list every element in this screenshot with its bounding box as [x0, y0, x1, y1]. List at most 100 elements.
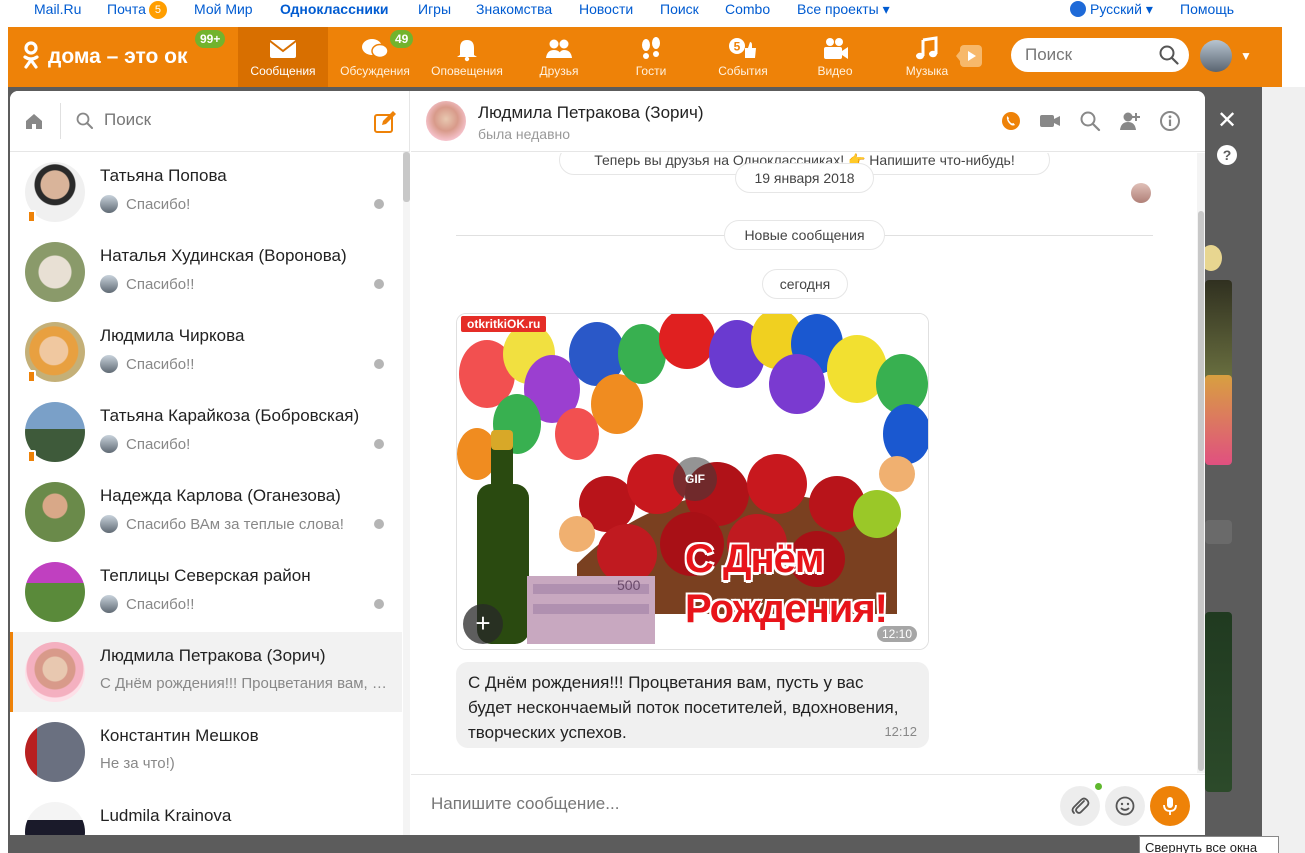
- mail-link[interactable]: Почта 5: [107, 1, 167, 19]
- add-user-icon[interactable]: [1119, 110, 1141, 132]
- mailru-topbar: Mail.Ru Почта 5 Мой Мир Одноклассники Игр…: [0, 0, 1305, 19]
- chat-bubbles-icon: [362, 39, 389, 59]
- status-dot: [1095, 783, 1102, 790]
- attach-button[interactable]: [1060, 786, 1100, 826]
- avatar: [100, 595, 118, 613]
- conversation-header: Людмила Петракова (Зорич) была недавно: [411, 91, 1205, 152]
- info-icon[interactable]: [1159, 110, 1181, 132]
- svg-text:500: 500: [617, 577, 641, 593]
- gif-message[interactable]: 500 otkritkiOK.ru С Днём Рождения! GIF + …: [456, 313, 929, 650]
- avatar: [25, 802, 85, 835]
- message-scrollbar[interactable]: [1197, 153, 1205, 773]
- unread-dot: [374, 359, 384, 369]
- chat-preview: Спасибо!!: [100, 355, 390, 373]
- help-icon[interactable]: ?: [1217, 145, 1237, 165]
- nav-events[interactable]: 5 События: [698, 27, 788, 87]
- header-search[interactable]: [1011, 38, 1189, 72]
- ok-header: дома – это ок 99+ Сообщения Обсуждения 4…: [8, 27, 1282, 87]
- language-select[interactable]: Русский ▾: [1070, 1, 1153, 18]
- ok-logo-icon: [23, 41, 39, 69]
- ok-logo[interactable]: дома – это ок: [22, 41, 188, 69]
- user-avatar[interactable]: [1200, 40, 1232, 72]
- chevron-down-icon[interactable]: ▼: [1240, 49, 1252, 63]
- chat-item[interactable]: Константин Мешков Не за что!): [10, 712, 402, 792]
- all-projects-link[interactable]: Все проекты ▾: [797, 1, 890, 18]
- avatar: [100, 355, 118, 373]
- date-separator: сегодня: [762, 269, 848, 299]
- chat-preview: Не за что!): [100, 755, 175, 772]
- header-search-input[interactable]: [1025, 45, 1155, 65]
- emoji-button[interactable]: [1105, 786, 1145, 826]
- divider: [60, 103, 61, 139]
- unread-dot: [374, 279, 384, 289]
- scrollbar-thumb[interactable]: [1198, 211, 1204, 771]
- bell-icon: [457, 40, 477, 62]
- unread-dot: [374, 599, 384, 609]
- chat-item[interactable]: Ludmila Krainova: [10, 792, 402, 835]
- avatar[interactable]: [426, 101, 466, 141]
- chat-name: Людмила Петракова (Зорич): [100, 646, 326, 665]
- side-image: [1205, 375, 1232, 465]
- footprints-icon: [642, 37, 660, 59]
- contact-name[interactable]: Людмила Петракова (Зорич): [478, 103, 704, 123]
- chat-item[interactable]: Теплицы Северская район Спасибо!!: [10, 552, 402, 632]
- combo-link[interactable]: Combo: [725, 1, 770, 17]
- paperclip-icon: [1071, 797, 1090, 814]
- messenger-window: Татьяна Попова Спасибо! Наталья Худинска…: [10, 91, 1205, 835]
- search-icon: [76, 112, 93, 129]
- video-camera-icon: [824, 38, 848, 59]
- unread-dot: [374, 519, 384, 529]
- play-icon[interactable]: [954, 43, 984, 69]
- chat-item[interactable]: Наталья Худинская (Воронова) Спасибо!!: [10, 232, 402, 312]
- message-line: будет нескончаемый поток посетителей, вд…: [468, 698, 899, 717]
- chat-search-input[interactable]: [104, 110, 304, 130]
- add-gif-button[interactable]: +: [463, 604, 503, 644]
- search-icon[interactable]: [1159, 45, 1179, 65]
- globe-icon: [1070, 1, 1086, 17]
- news-link[interactable]: Новости: [579, 1, 633, 17]
- search-link[interactable]: Поиск: [660, 1, 699, 17]
- nav-video[interactable]: Видео: [790, 27, 880, 87]
- nav-notifications[interactable]: Оповещения: [422, 27, 512, 87]
- chat-name: Татьяна Попова: [100, 166, 227, 185]
- chat-name: Татьяна Карайкоза (Бобровская): [100, 406, 360, 425]
- close-icon[interactable]: ✕: [1216, 109, 1238, 133]
- scrollbar-thumb[interactable]: [403, 152, 410, 202]
- chat-item-active[interactable]: Людмила Петракова (Зорич) С Днём рождени…: [10, 632, 402, 712]
- avatar: [1131, 183, 1151, 203]
- voice-message-button[interactable]: [1150, 786, 1190, 826]
- nav-messages[interactable]: Сообщения: [238, 27, 328, 87]
- message-line: С Днём рождения!!! Процветания вам, пуст…: [468, 673, 864, 692]
- gif-play-badge[interactable]: GIF: [673, 457, 717, 501]
- chat-item[interactable]: Татьяна Карайкоза (Бобровская) Спасибо!: [10, 392, 402, 472]
- games-link[interactable]: Игры: [418, 1, 451, 17]
- avatar: [100, 515, 118, 533]
- mailru-link[interactable]: Mail.Ru: [34, 1, 81, 17]
- chat-name: Константин Мешков: [100, 726, 259, 745]
- chat-list-scrollbar[interactable]: [403, 152, 410, 835]
- message-time: 12:12: [884, 724, 917, 739]
- odnoklassniki-link[interactable]: Одноклассники: [280, 1, 389, 17]
- conversation-panel: Людмила Петракова (Зорич) была недавно Т…: [411, 91, 1205, 835]
- page-right-strip: [1262, 87, 1305, 853]
- chat-preview: Спасибо!!: [100, 275, 390, 293]
- compose-icon[interactable]: [373, 110, 397, 134]
- search-icon[interactable]: [1079, 110, 1101, 132]
- side-image: [1205, 520, 1232, 544]
- chat-item[interactable]: Татьяна Попова Спасибо!: [10, 152, 402, 232]
- video-call-icon[interactable]: [1039, 110, 1061, 132]
- phone-call-icon[interactable]: [1000, 110, 1022, 132]
- date-separator: 19 января 2018: [735, 163, 874, 193]
- help-link[interactable]: Помощь: [1180, 1, 1234, 17]
- chat-item[interactable]: Людмила Чиркова Спасибо!!: [10, 312, 402, 392]
- chat-item[interactable]: Надежда Карлова (Оганезова) Спасибо ВАм …: [10, 472, 402, 552]
- side-image: [1205, 612, 1232, 792]
- home-icon[interactable]: [24, 111, 44, 131]
- nav-guests[interactable]: Гости: [606, 27, 696, 87]
- moy-mir-link[interactable]: Мой Мир: [194, 1, 253, 17]
- nav-discussions[interactable]: Обсуждения 49: [330, 27, 420, 87]
- message-input[interactable]: [431, 794, 931, 814]
- dating-link[interactable]: Знакомства: [476, 1, 552, 17]
- nav-friends[interactable]: Друзья: [514, 27, 604, 87]
- avatar: [25, 722, 85, 782]
